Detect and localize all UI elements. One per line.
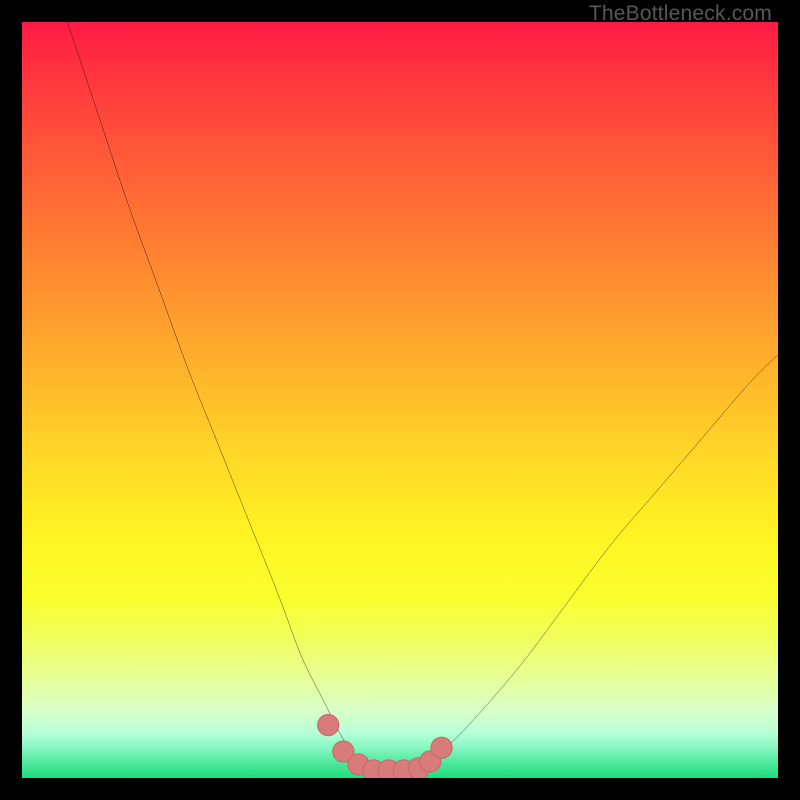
chart-frame: TheBottleneck.com (0, 0, 800, 800)
curve-layer (22, 22, 778, 778)
bottleneck-curve (67, 22, 778, 771)
valley-marker (431, 737, 452, 758)
valley-marker-group (318, 714, 453, 778)
plot-area (22, 22, 778, 778)
valley-marker (318, 714, 339, 735)
